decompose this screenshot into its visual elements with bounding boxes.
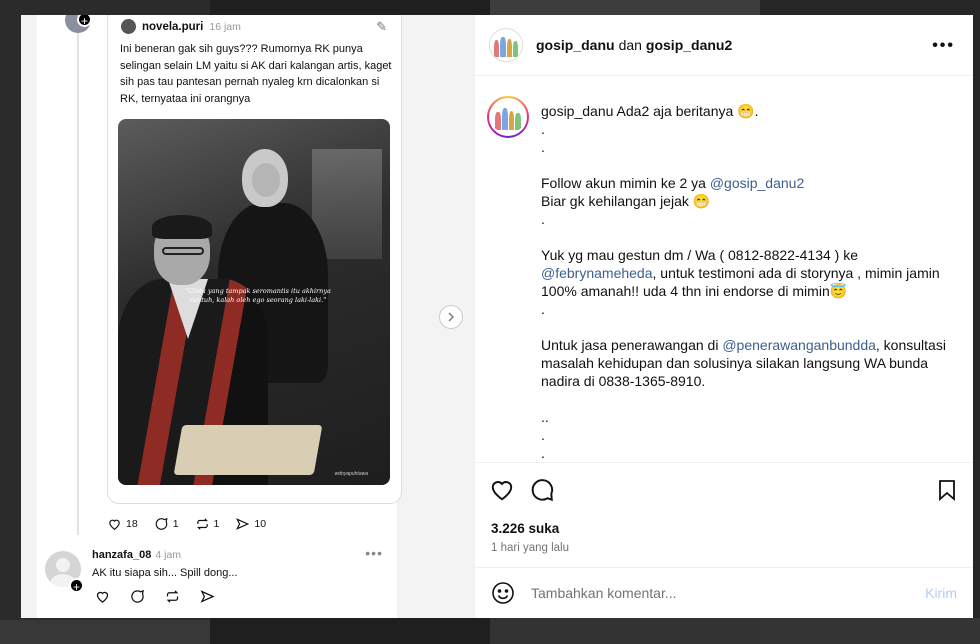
send-icon: [200, 590, 215, 603]
thread-reply-item: + hanzafa_08 4 jam ••• AK itu siapa sih..…: [45, 545, 395, 605]
caption-dot: .: [541, 427, 545, 443]
background-tile: [0, 620, 210, 644]
avatar-figure: [501, 107, 508, 130]
post-caption: gosip_danu Ada2 aja beritanya 😁. . . Fol…: [541, 102, 951, 462]
avatar-figure: [508, 110, 515, 130]
avatar-figure: [495, 111, 501, 130]
quoted-post-text: Ini beneran gak sih guys??? Rumornya RK …: [120, 43, 392, 105]
send-icon: [236, 518, 250, 530]
photo-quote-text: "Cinta yang tampak seromantis itu akhirn…: [185, 287, 331, 304]
thread-repost: 1: [195, 517, 220, 531]
mention-link[interactable]: @febrynameheda: [541, 265, 653, 281]
quoted-post-card: novela.puri 16 jam ✎ Ini beneran gak sih…: [107, 15, 402, 504]
caption-dot: .: [541, 301, 545, 317]
caption-text: Untuk jasa penerawangan di: [541, 337, 723, 353]
reply-time: 4 jam: [155, 549, 181, 561]
thread-reply: 1: [154, 517, 179, 531]
photo-man-hair: [152, 215, 212, 239]
quoted-post-header: novela.puri 16 jam: [121, 19, 241, 34]
comment-bar: Kirim: [475, 567, 973, 618]
heart-icon: [96, 591, 109, 603]
avatar[interactable]: [489, 28, 523, 62]
bookmark-icon[interactable]: [935, 477, 959, 503]
photo-woman-face: [252, 163, 280, 197]
post-action-icons: [489, 477, 555, 503]
thread-like: 18: [107, 517, 138, 531]
post-authors: gosip_danu dan gosip_danu2: [536, 37, 732, 53]
heart-icon: [109, 519, 120, 530]
avatar-figure: [500, 36, 506, 57]
comment-icon[interactable]: [529, 477, 555, 503]
avatar-figures: [495, 104, 521, 130]
caption-dot: .: [541, 445, 545, 461]
comment-input[interactable]: [531, 585, 926, 601]
comment-icon: [155, 517, 168, 530]
avatar: [121, 19, 136, 34]
repost-count: 1: [213, 518, 220, 530]
reply-username: hanzafa_08: [92, 549, 152, 561]
reply-count: 1: [172, 518, 179, 530]
thread-share: 10: [235, 517, 266, 531]
mention-link[interactable]: @penerawanganbundda: [722, 337, 876, 353]
background-tile: [760, 618, 980, 644]
post-modal: + novela.puri 16 jam ✎ Ini beneran gak s…: [21, 15, 973, 618]
reply-actions: [95, 589, 215, 604]
post-media: + novela.puri 16 jam ✎ Ini beneran gak s…: [21, 15, 474, 618]
caption-dot: .: [541, 211, 545, 227]
post-caption-area: gosip_danu Ada2 aja beritanya 😁. . . Fol…: [475, 76, 973, 462]
caption-dot: .: [541, 139, 545, 155]
avatar-figure: [515, 113, 521, 130]
photo-watermark: wdnyapuhtawa: [334, 471, 368, 477]
caption-text: Ada2 aja beritanya 😁.: [616, 103, 759, 119]
reply-username-row: hanzafa_08 4 jam: [92, 549, 181, 561]
chevron-right-icon: [448, 312, 455, 322]
reply-text: AK itu siapa sih... Spill dong...: [92, 567, 238, 579]
avatar-figure: [512, 41, 518, 57]
post-actions: 3.226 suka 1 hari yang lalu: [475, 462, 973, 567]
like-heart-icon[interactable]: [489, 477, 515, 503]
story-ring-avatar[interactable]: [487, 96, 529, 138]
repost-icon: [166, 590, 179, 603]
collab-author-link[interactable]: gosip_danu2: [646, 37, 732, 53]
like-count[interactable]: 3.226 suka: [491, 521, 559, 536]
background-tile: [490, 0, 760, 15]
like-count: 18: [126, 518, 138, 530]
thread-actions: 18 1 1 10: [107, 517, 266, 531]
quoted-time: 16 jam: [209, 20, 241, 33]
caption-username[interactable]: gosip_danu: [541, 103, 613, 119]
author-link[interactable]: gosip_danu: [536, 37, 615, 53]
post-panel: gosip_danu dan gosip_danu2 ••• gosip_danu …: [474, 15, 973, 618]
mention-link[interactable]: @gosip_danu2: [710, 175, 804, 191]
thread-connector-line: [77, 25, 79, 535]
avatar-figures: [494, 33, 518, 57]
quoted-username: novela.puri: [142, 20, 204, 33]
caption-text: Follow akun mimin ke 2 ya: [541, 175, 710, 191]
more-horizontal-icon: •••: [365, 545, 383, 561]
caption-text: Biar gk kehilangan jejak 😁: [541, 193, 711, 209]
follow-plus-icon: +: [69, 578, 84, 594]
avatar-figure: [506, 39, 512, 57]
and-text: dan: [618, 37, 642, 53]
repost-icon: [196, 518, 208, 530]
avatar-figure: [494, 40, 500, 57]
post-timestamp[interactable]: 1 hari yang lalu: [491, 542, 569, 554]
caption-dot: .: [541, 121, 545, 137]
more-options-button[interactable]: •••: [932, 37, 955, 55]
avatar: [489, 98, 527, 136]
share-count: 10: [254, 518, 267, 530]
photo-man-glasses: [162, 247, 204, 255]
send-comment-button[interactable]: Kirim: [925, 585, 957, 601]
emoji-icon[interactable]: [491, 581, 515, 605]
caption-text: Yuk yg mau gestun dm / Wa ( 0812-8822-41…: [541, 247, 858, 263]
caption-dot: ..: [541, 409, 549, 425]
comment-icon: [131, 589, 144, 603]
post-header: gosip_danu dan gosip_danu2 •••: [475, 15, 973, 76]
threads-screenshot: + novela.puri 16 jam ✎ Ini beneran gak s…: [37, 15, 402, 618]
quoted-photo: "Cinta yang tampak seromantis itu akhirn…: [118, 119, 390, 485]
photo-book: [173, 425, 323, 475]
pencil-icon: ✎: [376, 19, 387, 34]
next-media-button[interactable]: [439, 305, 463, 329]
